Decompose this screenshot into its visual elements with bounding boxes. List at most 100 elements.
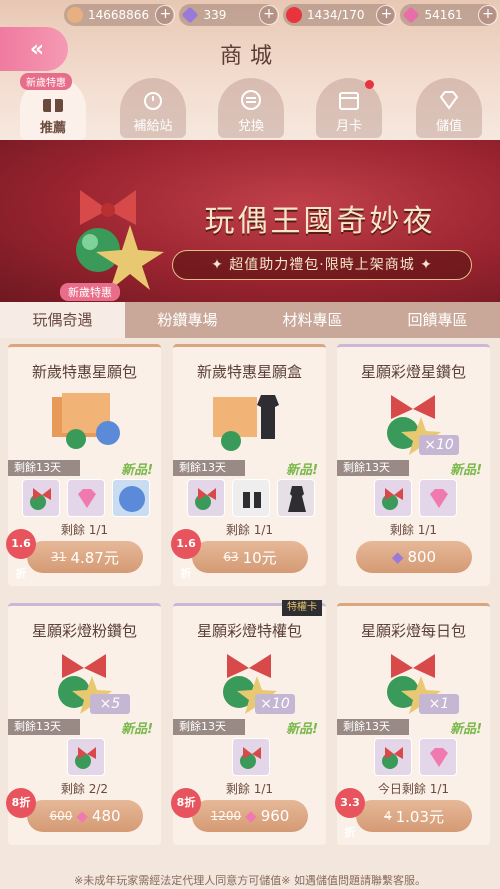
subtab-pink-diamond[interactable]: 粉鑽專場 <box>125 302 250 338</box>
pink-diamond-icon: ◆ <box>76 807 88 825</box>
price: 960 <box>260 807 290 825</box>
pv-badge-icon <box>119 486 145 512</box>
buy-button[interactable]: 31 4.87元 <box>27 541 143 573</box>
discount-badge: 8折 <box>6 788 36 818</box>
heart-icon <box>286 7 302 23</box>
product-card[interactable]: 星願彩燈粉鑽包 ×5 剩餘13天 新品! 剩餘 2/2 8折 600 ◆ 480 <box>6 603 161 845</box>
product-name: 新歲特惠星願盒 <box>196 363 302 381</box>
price: 480 <box>91 807 121 825</box>
quantity-label: ×10 <box>255 694 295 714</box>
item-slot[interactable] <box>418 738 457 776</box>
item-list <box>16 738 156 776</box>
product-name: 星願彩燈特權包 <box>196 622 302 640</box>
new-badge: 新品! <box>286 463 318 478</box>
buy-button[interactable]: 1200 ◆ 960 <box>192 800 308 832</box>
product-card[interactable]: 星願彩燈星鑽包 ×10 剩餘13天 新品! 剩餘 1/1 ◆ 800 <box>337 344 490 586</box>
pink-diamond-icon <box>402 6 420 24</box>
subtab-materials[interactable]: 材料專區 <box>250 302 375 338</box>
pink-diamond-icon <box>429 748 448 767</box>
pink-diamond-icon <box>429 489 448 508</box>
discount-badge: 1.6折 <box>6 529 36 580</box>
tab-supply[interactable]: 補給站 <box>120 78 186 138</box>
item-slot[interactable] <box>67 479 105 517</box>
purchase-limit: 剩餘 1/1 <box>389 523 438 537</box>
banner-title: 玩偶王國奇妙夜 <box>204 204 436 239</box>
shoes-icon <box>243 492 261 508</box>
main-tabs: 推薦 補給站 兌換 月卡 儲值 <box>12 72 492 140</box>
add-stamina-button[interactable]: + <box>376 5 397 25</box>
banner-promo-tag: 新歲特惠 <box>60 283 120 301</box>
resource-purple-diamond: 339 + <box>179 4 279 26</box>
add-pink-diamond-button[interactable]: + <box>478 5 498 25</box>
item-slot[interactable] <box>112 479 150 517</box>
promo-banner[interactable]: 玩偶王國奇妙夜 ✦ 超值助力禮包·限時上架商城 ✦ <box>0 140 500 302</box>
new-badge: 新品! <box>450 463 482 478</box>
item-list <box>345 479 485 517</box>
remaining-days: 剩餘13天 <box>173 460 245 476</box>
gift-bow-icon <box>75 747 96 769</box>
add-purple-diamond-button[interactable]: + <box>259 5 279 25</box>
item-slot[interactable] <box>67 738 105 776</box>
gift-bow-icon <box>381 488 403 510</box>
item-slot[interactable] <box>373 479 412 517</box>
resource-value: 54161 <box>424 8 463 22</box>
original-price: 4 <box>383 809 392 823</box>
discount-badge: 8折 <box>171 788 201 818</box>
price: 1.03元 <box>395 807 445 826</box>
diamond-icon <box>439 91 459 110</box>
resource-value: 1434/170 <box>307 8 365 22</box>
resource-value: 14668866 <box>88 8 150 22</box>
sub-tabs: 玩偶奇遇 粉鑽專場 材料專區 回饋專區 <box>0 302 500 338</box>
remaining-days: 剩餘13天 <box>337 460 409 476</box>
quantity-label: ×5 <box>90 694 130 714</box>
pink-diamond-icon <box>78 489 96 508</box>
dress-gift-icon <box>213 395 279 451</box>
item-slot[interactable] <box>373 738 412 776</box>
resource-bar: 14668866 + 339 + 1434/170 + 54161 + <box>64 4 498 26</box>
stopwatch-icon <box>144 92 162 110</box>
new-badge: 新品! <box>286 722 318 737</box>
buy-button[interactable]: 600 ◆ 480 <box>27 800 143 832</box>
product-name: 星願彩燈星鑽包 <box>360 363 466 381</box>
subtab-rewards[interactable]: 回饋專區 <box>375 302 500 338</box>
gift-bow-icon <box>30 488 51 510</box>
remaining-days: 剩餘13天 <box>8 460 80 476</box>
cat-coin-icon <box>67 7 83 23</box>
item-slot[interactable] <box>187 479 225 517</box>
buy-button[interactable]: ◆ 800 <box>356 541 472 573</box>
original-price: 63 <box>223 550 239 564</box>
gift-bow-icon <box>76 190 164 290</box>
tab-exchange[interactable]: 兌換 <box>218 78 284 138</box>
product-card[interactable]: 新歲特惠星願包 剩餘13天 新品! 剩餘 1/1 1.6折 31 4.87元 <box>6 344 161 586</box>
item-slot[interactable] <box>232 479 270 517</box>
tab-top-up[interactable]: 儲值 <box>416 78 482 138</box>
purple-diamond-icon <box>181 6 199 24</box>
price: 4.87元 <box>70 548 119 567</box>
original-price: 31 <box>51 550 67 564</box>
product-card[interactable]: 星願彩燈特權包 ×10 剩餘13天 新品! 剩餘 1/1 8折 1200 ◆ 9… <box>171 603 326 845</box>
purple-diamond-icon: ◆ <box>391 548 404 566</box>
tab-label: 補給站 <box>133 119 173 134</box>
gift-bow-icon <box>381 747 403 769</box>
quantity-label: ×1 <box>419 694 459 714</box>
buy-button[interactable]: 4 1.03元 <box>356 800 472 832</box>
page-title: 商城 <box>219 44 280 69</box>
product-card[interactable]: 星願彩燈每日包 ×1 剩餘13天 新品! 今日剩餘 1/1 3.3折 4 1.0… <box>335 603 490 845</box>
subtab-doll-adventure[interactable]: 玩偶奇遇 <box>0 302 125 338</box>
item-slot[interactable] <box>418 479 457 517</box>
buy-button[interactable]: 63 10元 <box>192 541 308 573</box>
price: 800 <box>407 548 437 566</box>
notification-dot <box>365 80 374 89</box>
item-slot[interactable] <box>22 479 60 517</box>
item-slot[interactable] <box>232 738 270 776</box>
original-price: 600 <box>49 809 73 823</box>
product-card[interactable]: 新歲特惠星願盒 剩餘13天 新品! 剩餘 1/1 1.6折 63 10元 <box>171 344 326 586</box>
quantity-label: ×10 <box>419 435 459 455</box>
dress-icon <box>288 486 306 512</box>
privilege-card-tag: 特權卡 <box>282 600 322 616</box>
resource-coin: 14668866 + <box>64 4 176 26</box>
add-coin-button[interactable]: + <box>155 5 176 25</box>
banner-subtitle: ✦ 超值助力禮包·限時上架商城 ✦ <box>172 250 472 280</box>
calendar-icon <box>339 92 359 110</box>
item-slot[interactable] <box>277 479 315 517</box>
